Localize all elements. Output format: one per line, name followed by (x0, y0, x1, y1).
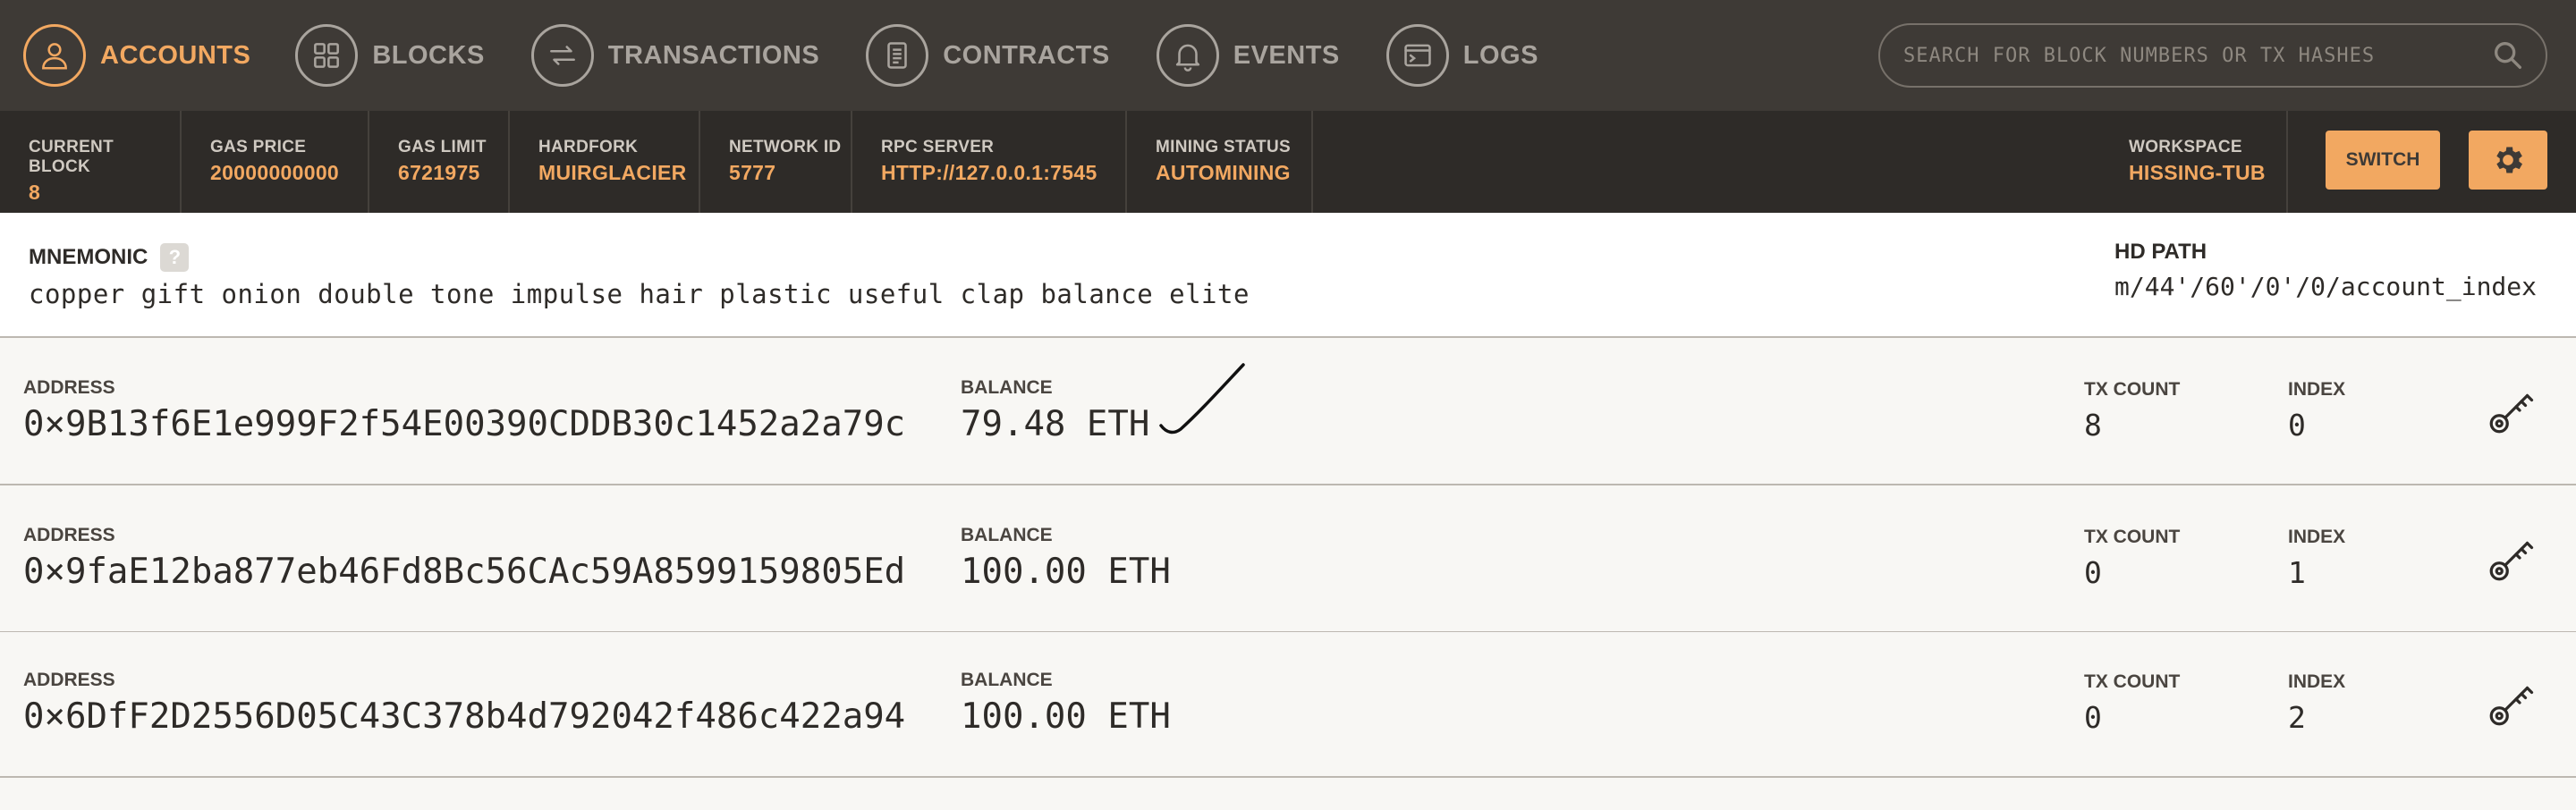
nav-events[interactable]: EVENTS (1156, 0, 1340, 111)
stat-current-block: CURRENT BLOCK 8 (0, 111, 182, 213)
tx-count-label: TX COUNT (2084, 671, 2181, 692)
stat-label: MINING STATUS (1156, 138, 1291, 156)
address-value: 0×6DfF2D2556D05C43C378b4d792042f486c422a… (23, 696, 906, 737)
stat-label: GAS LIMIT (398, 138, 487, 156)
nav-logs[interactable]: LOGS (1385, 0, 1538, 111)
top-nav: ACCOUNTS BLOCKS TRANSACTIONS CONTRACTS E… (0, 0, 2576, 111)
account-row[interactable]: ADDRESS 0×6DfF2D2556D05C43C378b4d792042f… (0, 632, 2576, 778)
search-icon[interactable] (2490, 38, 2526, 73)
index-value: 0 (2288, 408, 2306, 443)
index-label: INDEX (2288, 671, 2346, 692)
mnemonic-panel: MNEMONIC ? copper gift onion double tone… (0, 213, 2576, 338)
stat-gas-limit: GAS LIMIT 6721975 (369, 111, 510, 213)
nav-contracts-label: CONTRACTS (943, 40, 1110, 70)
status-bar: CURRENT BLOCK 8 GAS PRICE 20000000000 GA… (0, 111, 2576, 213)
stat-value: 20000000000 (210, 161, 340, 184)
divider (2286, 111, 2288, 213)
account-row[interactable]: ADDRESS 0×9faE12ba877eb46Fd8Bc56CAc59A85… (0, 487, 2576, 633)
index-label: INDEX (2288, 379, 2346, 400)
search-input[interactable] (1903, 44, 2490, 67)
address-label: ADDRESS (23, 525, 115, 545)
balance-label: BALANCE (961, 525, 1053, 545)
tx-count-value: 8 (2084, 408, 2102, 443)
stat-value: 6721975 (398, 161, 480, 184)
stat-label: CURRENT BLOCK (29, 138, 114, 176)
grid-icon (295, 24, 359, 87)
switch-workspace-button[interactable]: SWITCH (2326, 131, 2440, 190)
balance-label: BALANCE (961, 670, 1053, 690)
stat-value: 5777 (729, 161, 776, 184)
balance-value: 79.48 ETH (961, 404, 1150, 444)
help-icon[interactable]: ? (160, 243, 190, 272)
hd-path-value: m/44'/60'/0'/0/account_index (2114, 272, 2538, 301)
nav-blocks[interactable]: BLOCKS (295, 0, 484, 111)
nav-accounts[interactable]: ACCOUNTS (23, 0, 250, 111)
stat-network-id: NETWORK ID 5777 (700, 111, 852, 213)
key-icon[interactable] (2485, 532, 2538, 586)
bell-icon (1156, 24, 1219, 87)
nav-accounts-label: ACCOUNTS (100, 40, 251, 70)
balance-value: 100.00 ETH (961, 552, 1171, 592)
settings-button[interactable] (2469, 131, 2547, 190)
mnemonic-title: MNEMONIC (29, 245, 148, 269)
nav-events-label: EVENTS (1233, 40, 1340, 70)
nav-logs-label: LOGS (1462, 40, 1538, 70)
stat-label: GAS PRICE (210, 138, 307, 156)
stat-label: WORKSPACE (2129, 138, 2242, 156)
nav-blocks-label: BLOCKS (372, 40, 485, 70)
stat-workspace: WORKSPACE HISSING-TUB (2129, 138, 2266, 209)
search-box (1878, 23, 2547, 88)
nav-transactions-label: TRANSACTIONS (607, 40, 820, 70)
stat-label: HARDFORK (538, 138, 639, 156)
tx-count-value: 0 (2084, 555, 2102, 590)
nav-contracts[interactable]: CONTRACTS (866, 0, 1110, 111)
stat-value: HISSING-TUB (2129, 161, 2266, 184)
index-value: 2 (2288, 700, 2306, 735)
account-row[interactable]: ADDRESS 0×9B13f6E1e999F2f54E00390CDDB30c… (0, 340, 2576, 485)
swap-arrows-icon (530, 24, 594, 87)
address-value: 0×9faE12ba877eb46Fd8Bc56CAc59A8599159805… (23, 552, 906, 592)
index-label: INDEX (2288, 527, 2346, 547)
gear-icon (2496, 147, 2522, 173)
stat-value: 8 (29, 181, 41, 204)
document-icon (866, 24, 929, 87)
mnemonic-header: MNEMONIC ? (29, 243, 190, 272)
stat-value: MUIRGLACIER (538, 161, 687, 184)
key-icon[interactable] (2485, 677, 2538, 730)
stat-label: NETWORK ID (729, 138, 842, 156)
hd-path-title: HD PATH (2114, 240, 2207, 264)
stat-hardfork: HARDFORK MUIRGLACIER (510, 111, 700, 213)
nav-transactions[interactable]: TRANSACTIONS (530, 0, 820, 111)
key-icon[interactable] (2485, 384, 2538, 438)
balance-value: 100.00 ETH (961, 696, 1171, 737)
stat-value: AUTOMINING (1156, 161, 1291, 184)
tx-count-value: 0 (2084, 700, 2102, 735)
stat-value: HTTP://127.0.0.1:7545 (881, 161, 1097, 184)
stat-rpc-server: RPC SERVER HTTP://127.0.0.1:7545 (852, 111, 1127, 213)
stat-mining-status: MINING STATUS AUTOMINING (1127, 111, 1313, 213)
tx-count-label: TX COUNT (2084, 379, 2181, 400)
tx-count-label: TX COUNT (2084, 527, 2181, 547)
address-value: 0×9B13f6E1e999F2f54E00390CDDB30c1452a2a7… (23, 404, 906, 444)
checkmark-scribble (1159, 363, 1245, 435)
terminal-icon (1385, 24, 1449, 87)
balance-label: BALANCE (961, 377, 1053, 398)
stat-gas-price: GAS PRICE 20000000000 (182, 111, 369, 213)
user-icon (23, 24, 86, 87)
address-label: ADDRESS (23, 377, 115, 398)
index-value: 1 (2288, 555, 2306, 590)
address-label: ADDRESS (23, 670, 115, 690)
stat-label: RPC SERVER (881, 138, 995, 156)
mnemonic-words: copper gift onion double tone impulse ha… (29, 279, 1250, 309)
